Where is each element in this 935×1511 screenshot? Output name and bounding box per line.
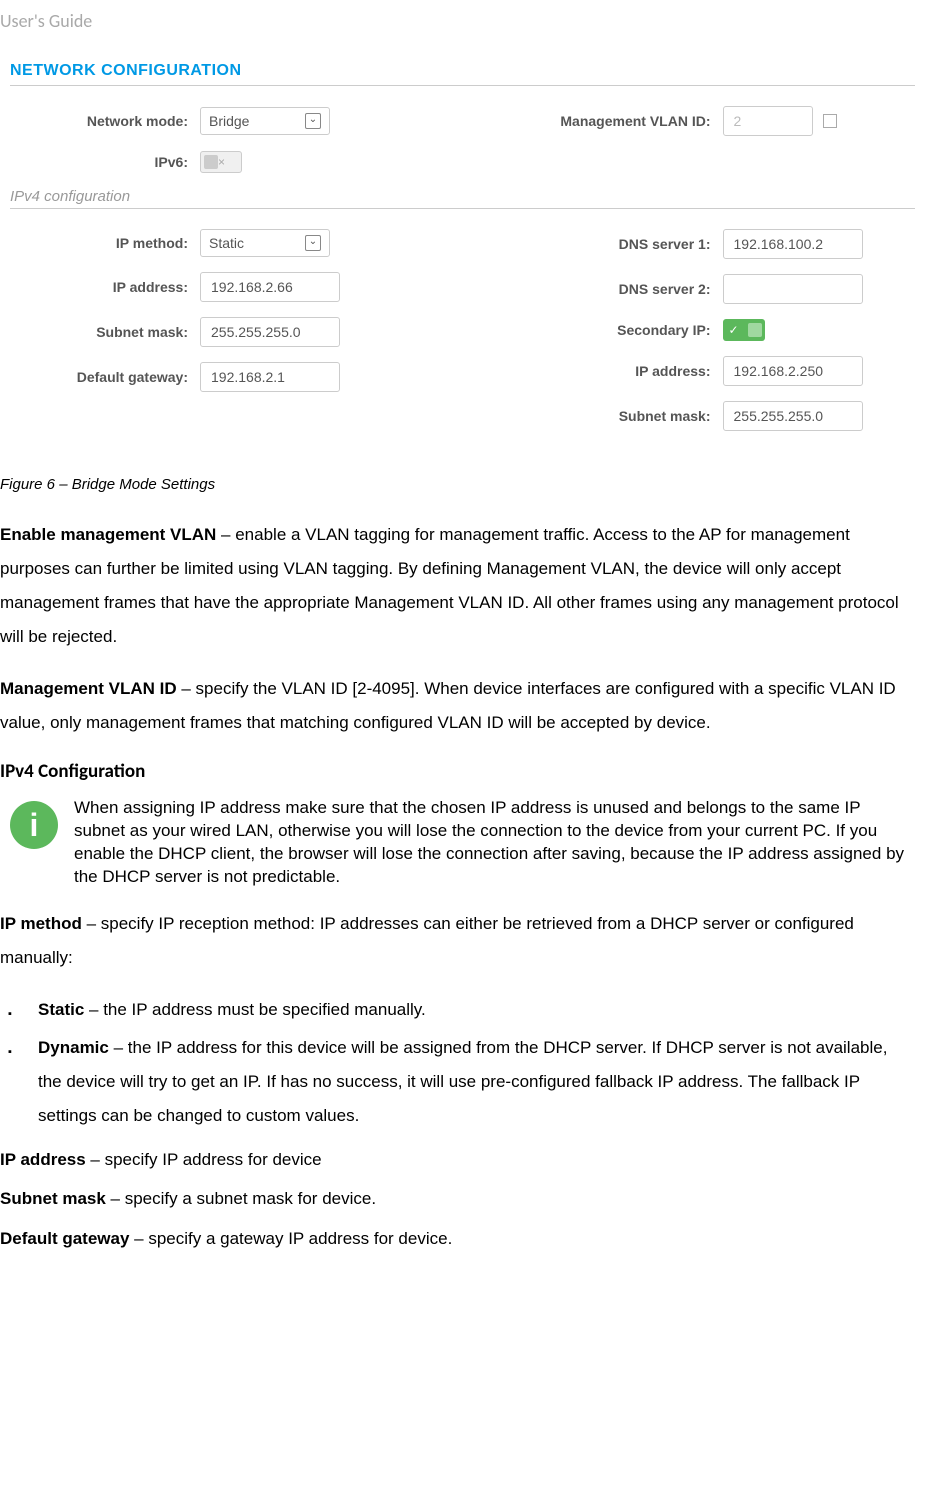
ipv4-heading: IPv4 Configuration: [0, 760, 915, 783]
dns1-row: DNS server 1:: [463, 229, 916, 259]
gateway-label: Default gateway:: [10, 369, 200, 385]
network-mode-value: Bridge: [209, 113, 249, 129]
para-bold: Management VLAN ID: [0, 679, 177, 698]
dropdown-icon: ⌄: [305, 113, 321, 129]
ip-method-value: Static: [209, 235, 244, 251]
secondary-row: Secondary IP: ✓: [463, 319, 916, 341]
para-vlan-id: Management VLAN ID – specify the VLAN ID…: [0, 672, 915, 740]
subnet-label: Subnet mask:: [10, 324, 200, 340]
figure-caption: Figure 6 – Bridge Mode Settings: [0, 476, 915, 493]
info-box: i When assigning IP address make sure th…: [0, 797, 915, 889]
para-text: – specify IP reception method: IP addres…: [0, 914, 854, 967]
dns2-label: DNS server 2:: [463, 281, 723, 297]
dns2-row: DNS server 2:: [463, 274, 916, 304]
dns1-input[interactable]: [723, 229, 863, 259]
subnet-row: Subnet mask:: [10, 317, 463, 347]
secondary-label: Secondary IP:: [463, 322, 723, 338]
network-mode-label: Network mode:: [10, 113, 200, 129]
para-text: – specify IP address for device: [86, 1150, 322, 1169]
dns1-label: DNS server 1:: [463, 236, 723, 252]
vlan-label: Management VLAN ID:: [463, 113, 723, 129]
page-header: User's Guide: [0, 10, 915, 32]
para-subnet: Subnet mask – specify a subnet mask for …: [0, 1186, 915, 1212]
para-text: – specify a gateway IP address for devic…: [129, 1229, 452, 1248]
para-bold: IP address: [0, 1150, 86, 1169]
ipv4-subtitle: IPv4 configuration: [10, 188, 915, 209]
para-bold: IP method: [0, 914, 82, 933]
bullet-text: – the IP address for this device will be…: [38, 1038, 887, 1125]
ip-address-row: IP address:: [10, 272, 463, 302]
para-ip-address: IP address – specify IP address for devi…: [0, 1147, 915, 1173]
ip2-input[interactable]: [723, 356, 863, 386]
subnet2-input[interactable]: [723, 401, 863, 431]
gateway-input[interactable]: [200, 362, 340, 392]
para-bold: Default gateway: [0, 1229, 129, 1248]
ipv6-label: IPv6:: [10, 154, 200, 170]
toggle-x-icon: ×: [218, 155, 228, 169]
vlan-input[interactable]: [723, 106, 813, 136]
config-screenshot: NETWORK CONFIGURATION Network mode: Brid…: [0, 52, 915, 456]
subnet2-row: Subnet mask:: [463, 401, 916, 431]
ip-method-row: IP method: Static ⌄: [10, 229, 463, 257]
toggle-slider: [748, 323, 762, 337]
bullet-bold: Static: [38, 1000, 84, 1019]
para-text: – specify a subnet mask for device.: [106, 1189, 376, 1208]
para-ip-method: IP method – specify IP reception method:…: [0, 907, 915, 975]
dropdown-icon: ⌄: [305, 235, 321, 251]
para-gateway: Default gateway – specify a gateway IP a…: [0, 1226, 915, 1252]
info-icon: i: [10, 801, 58, 849]
para-bold: Subnet mask: [0, 1189, 106, 1208]
network-mode-row: Network mode: Bridge ⌄: [10, 106, 463, 136]
subnet2-label: Subnet mask:: [463, 408, 723, 424]
para-bold: Enable management VLAN: [0, 525, 216, 544]
subnet-input[interactable]: [200, 317, 340, 347]
list-item-static: Static – the IP address must be specifie…: [0, 993, 915, 1027]
toggle-slider: [204, 155, 218, 169]
ipv6-toggle[interactable]: ×: [200, 151, 242, 173]
ip2-label: IP address:: [463, 363, 723, 379]
ip-address-label: IP address:: [10, 279, 200, 295]
dns2-input[interactable]: [723, 274, 863, 304]
gateway-row: Default gateway:: [10, 362, 463, 392]
info-text: When assigning IP address make sure that…: [74, 797, 915, 889]
bullet-text: – the IP address must be specified manua…: [84, 1000, 425, 1019]
para-enable-vlan: Enable management VLAN – enable a VLAN t…: [0, 518, 915, 654]
list-item-dynamic: Dynamic – the IP address for this device…: [0, 1031, 915, 1133]
secondary-toggle[interactable]: ✓: [723, 319, 765, 341]
network-mode-select[interactable]: Bridge ⌄: [200, 107, 330, 135]
ip-address-input[interactable]: [200, 272, 340, 302]
ip-method-label: IP method:: [10, 235, 200, 251]
bullet-list: Static – the IP address must be specifie…: [0, 993, 915, 1133]
vlan-checkbox[interactable]: [823, 114, 837, 128]
check-icon: ✓: [726, 323, 739, 337]
bullet-bold: Dynamic: [38, 1038, 109, 1057]
ip2-row: IP address:: [463, 356, 916, 386]
ipv6-row: IPv6: ×: [10, 151, 915, 173]
section-title: NETWORK CONFIGURATION: [10, 62, 915, 86]
vlan-row: Management VLAN ID:: [463, 106, 916, 136]
ip-method-select[interactable]: Static ⌄: [200, 229, 330, 257]
info-icon-letter: i: [30, 807, 39, 844]
